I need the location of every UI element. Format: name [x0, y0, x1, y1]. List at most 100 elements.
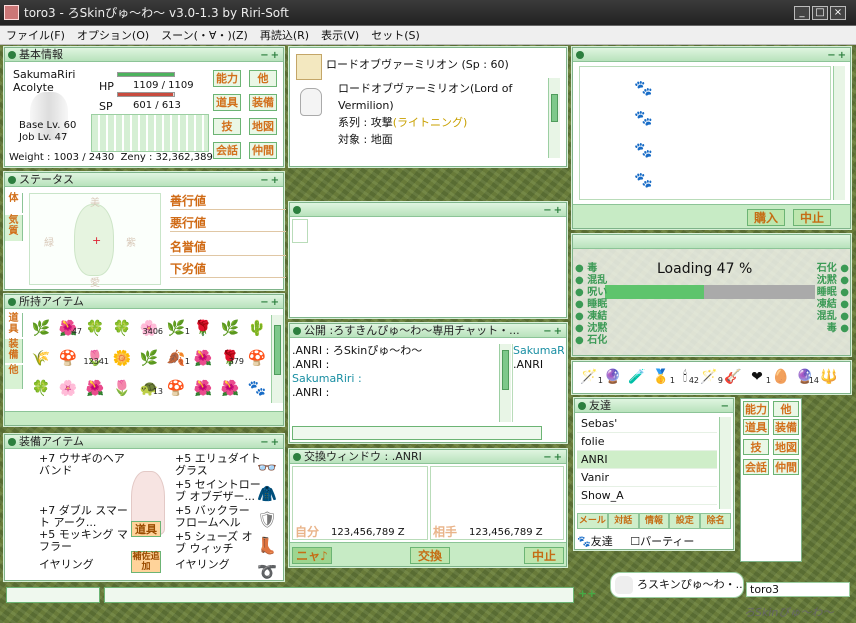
tab-talk[interactable]: 対話 — [607, 513, 639, 529]
hotbar-slot[interactable]: 🕯 42 — [673, 366, 699, 388]
inventory-slot[interactable]: 🌺 47 — [56, 317, 82, 339]
inventory-slot[interactable]: 🌾 — [29, 347, 53, 369]
window-controls[interactable]: −+ — [543, 204, 564, 218]
scroll-thumb[interactable] — [274, 325, 281, 375]
tab-settings[interactable]: 設定 — [669, 513, 701, 529]
hotbar-slot[interactable]: 🥇 1 — [649, 366, 675, 388]
close-button[interactable]: × — [830, 6, 846, 20]
chat-member[interactable]: .ANRI — [513, 358, 564, 372]
tab-info[interactable]: 情報 — [638, 513, 670, 529]
window-controls[interactable]: −+ — [260, 436, 281, 450]
buy-button[interactable]: 購入 — [747, 209, 785, 226]
scroll-thumb[interactable] — [551, 94, 558, 122]
quick-other-button[interactable]: 他 — [773, 401, 799, 417]
friends-header[interactable]: 友達 − — [575, 399, 733, 413]
shop-header[interactable]: −+ — [573, 48, 850, 62]
basic-info-header[interactable]: 基本情報 −+ — [5, 48, 283, 62]
inventory-slot[interactable]: 🌺 — [191, 377, 215, 399]
menu-file[interactable]: ファイル(F) — [0, 26, 71, 44]
menu-view[interactable]: 表示(V) — [315, 26, 365, 44]
shop-cancel-button[interactable]: 中止 — [793, 209, 831, 226]
inventory-slot[interactable]: 🌸 3406 — [137, 317, 163, 339]
friend-item[interactable]: ANRI — [577, 451, 717, 469]
menu-soon[interactable]: スーン(・∀・)(Z) — [155, 26, 254, 44]
blank-window-header[interactable]: −+ — [290, 203, 566, 217]
inventory-slot[interactable]: 🌿 — [218, 317, 242, 339]
skill-button[interactable]: 技 — [213, 118, 241, 135]
window-controls[interactable]: −+ — [260, 174, 281, 188]
inventory-slot[interactable]: 🍀 — [110, 317, 134, 339]
quick-party-button[interactable]: 仲間 — [773, 459, 799, 475]
window-controls[interactable]: −+ — [260, 49, 281, 63]
name-field[interactable]: toro3 — [746, 582, 850, 597]
inventory-slot[interactable]: 🌿 — [137, 347, 161, 369]
inventory-slot[interactable]: 🌿 1 — [164, 317, 190, 339]
equip-accessory-right[interactable]: イヤリング — [175, 559, 261, 573]
inventory-slot[interactable]: 🐾 — [245, 377, 269, 399]
inventory-slot[interactable]: 🍄 — [56, 347, 80, 369]
tab-mail[interactable]: メール — [577, 513, 608, 529]
window-controls[interactable]: −+ — [543, 325, 564, 339]
shop-scrollbar[interactable] — [833, 66, 845, 200]
inventory-slot[interactable]: 🌸 — [56, 377, 80, 399]
inventory-scrollbar[interactable] — [271, 315, 283, 403]
inventory-slot[interactable]: 🌹 — [191, 317, 215, 339]
window-controls[interactable]: −+ — [827, 49, 848, 63]
inventory-slot[interactable]: 🌵 — [245, 317, 269, 339]
items-button[interactable]: 道具 — [213, 94, 241, 111]
auto-support-button[interactable]: 補佐追加 — [131, 551, 161, 573]
friend-item[interactable]: Sebas' — [577, 415, 717, 433]
hotbar-slot[interactable]: 🪄 1 — [577, 366, 603, 388]
friends-scrollbar[interactable] — [719, 417, 731, 509]
inventory-slot[interactable]: 🍄 — [245, 347, 269, 369]
map-button[interactable]: 地図 — [249, 118, 277, 135]
equip-shoes[interactable]: +5 シューズ オブ ウィッチ — [175, 531, 261, 559]
friend-item[interactable]: Show_A — [577, 487, 717, 505]
inventory-slot[interactable]: 🌿 — [29, 317, 53, 339]
equipment-header[interactable]: 装備アイテム −+ — [5, 435, 283, 449]
quick-equip-button[interactable]: 装備 — [773, 419, 799, 435]
chat-target-input[interactable] — [6, 587, 100, 603]
add-icon[interactable]: ++ — [578, 587, 596, 600]
nya-button[interactable]: ニャ♪ — [292, 547, 332, 564]
hotbar-slot[interactable]: 🔱 — [817, 366, 841, 388]
quick-items-button[interactable]: 道具 — [743, 419, 769, 435]
equip-button[interactable]: 装備 — [249, 94, 277, 111]
inventory-slot[interactable]: 🌼 — [110, 347, 134, 369]
exchange-button[interactable]: 交換 — [410, 547, 450, 564]
equip-shield[interactable]: +5 バックラー フロームヘル — [175, 505, 261, 531]
skill-scrollbar[interactable] — [548, 78, 560, 158]
window-controls[interactable]: −+ — [543, 451, 564, 465]
trade-header[interactable]: 交換ウィンドウ : .ANRI −+ — [290, 450, 566, 464]
inventory-slot[interactable]: 🍀 — [83, 317, 107, 339]
tab-friend[interactable]: 友達 — [591, 535, 613, 548]
inventory-slot[interactable]: 🌷 12341 — [83, 347, 109, 369]
menu-options[interactable]: オプション(O) — [71, 26, 155, 44]
quick-status-button[interactable]: 能力 — [743, 401, 769, 417]
tab-remove[interactable]: 除名 — [700, 513, 731, 529]
hotbar-slot[interactable]: 🔮 14 — [793, 366, 819, 388]
scroll-thumb[interactable] — [502, 350, 509, 390]
status-header[interactable]: ステータス −+ — [5, 173, 283, 187]
checkbox-icon[interactable]: ☐ — [630, 535, 640, 548]
chat-button[interactable]: 会話 — [213, 142, 241, 159]
quick-skill-button[interactable]: 技 — [743, 439, 769, 455]
hotbar-slot[interactable]: 🥚 — [769, 366, 793, 388]
chat-scrollbar[interactable] — [499, 344, 511, 422]
inventory-slot[interactable]: 🌺 — [191, 347, 215, 369]
equip-garment[interactable]: +5 モッキング マフラー — [9, 529, 129, 559]
tab-equipment[interactable]: 装備 — [5, 339, 23, 363]
tab-temperament[interactable]: 気質 — [5, 215, 23, 241]
equip-armor[interactable]: +5 セイントローブ オブデザー... — [175, 479, 261, 505]
inventory-slot[interactable]: 🌷 — [110, 377, 134, 399]
inventory-slot[interactable]: 🍀 — [29, 377, 53, 399]
menu-set[interactable]: セット(S) — [365, 26, 426, 44]
hotbar-slot[interactable]: 🪄 9 — [697, 366, 723, 388]
equip-items-button[interactable]: 道具 — [131, 521, 161, 537]
inventory-slot[interactable]: 🌺 — [83, 377, 107, 399]
equip-lower-head[interactable]: +5 エリュダイトグラス — [175, 453, 261, 479]
tab-party[interactable]: パーティー — [640, 535, 694, 548]
tab-usable[interactable]: 道具 — [5, 313, 23, 337]
inventory-slot[interactable]: 🌹 379 — [218, 347, 244, 369]
hotbar-slot[interactable]: 🧪 — [625, 366, 649, 388]
